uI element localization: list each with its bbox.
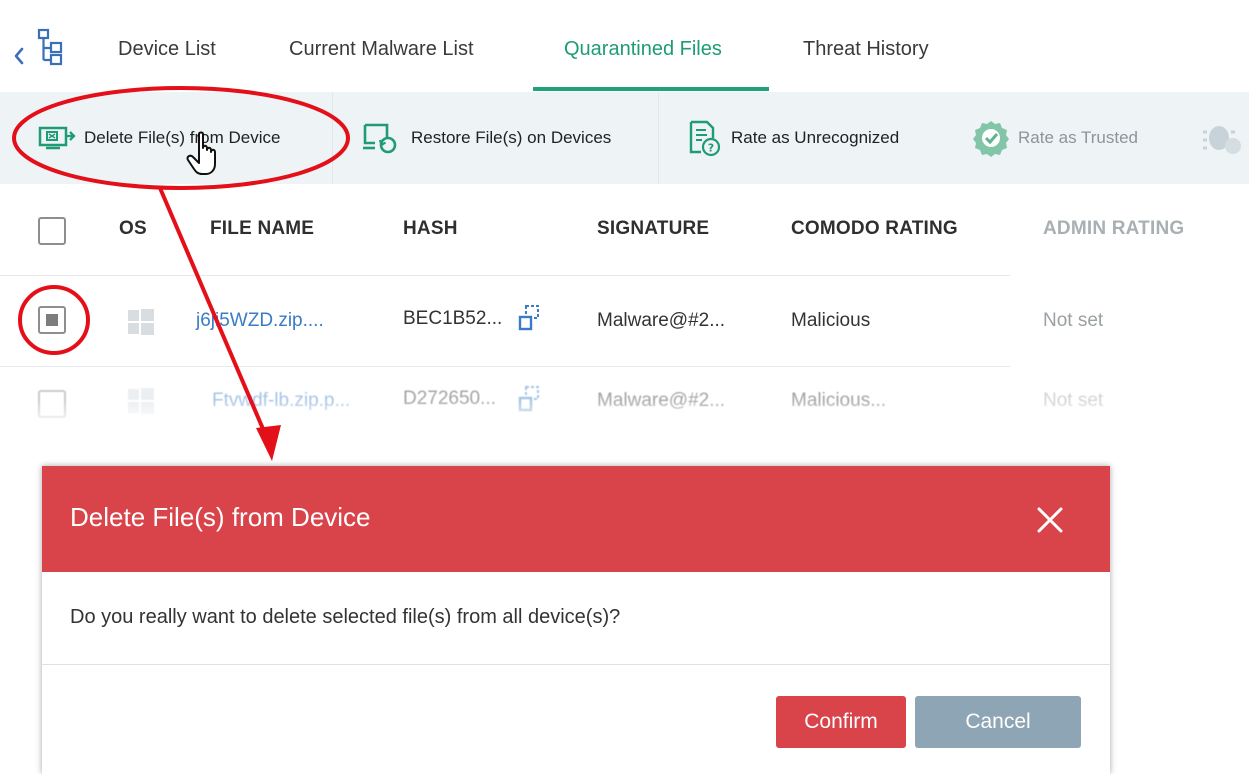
tab-bar: Device List Current Malware List Quarant… bbox=[0, 0, 1249, 92]
column-header-file-name[interactable]: FILE NAME bbox=[210, 218, 314, 240]
restore-files-label: Restore File(s) on Devices bbox=[411, 128, 612, 147]
delete-files-label: Delete File(s) from Device bbox=[84, 128, 281, 147]
rate-unrecognized-icon: ? bbox=[689, 120, 721, 157]
dialog-divider bbox=[42, 664, 1110, 665]
admin-rating-value: Not set bbox=[1043, 310, 1104, 331]
dialog-header: Delete File(s) from Device bbox=[42, 466, 1110, 572]
svg-text:?: ? bbox=[708, 142, 714, 155]
delete-files-button[interactable]: Delete File(s) from Device bbox=[38, 92, 281, 184]
toolbar-divider bbox=[332, 92, 333, 184]
rate-trusted-icon bbox=[973, 121, 1009, 157]
table-row[interactable]: j6ji5WZD.zip.... BEC1B52... Malware@#2..… bbox=[0, 276, 1249, 366]
dialog-title: Delete File(s) from Device bbox=[70, 502, 371, 532]
tab-device-list[interactable]: Device List bbox=[118, 38, 216, 61]
toolbar: Delete File(s) from Device Restore File(… bbox=[0, 92, 1249, 184]
restore-on-device-icon bbox=[363, 123, 397, 154]
rate-unrecognized-label: Rate as Unrecognized bbox=[731, 128, 900, 147]
tab-threat-history[interactable]: Threat History bbox=[803, 38, 929, 61]
comodo-rating-value: Malicious bbox=[791, 310, 871, 331]
rate-trusted-label: Rate as Trusted bbox=[1018, 128, 1139, 147]
cancel-button[interactable]: Cancel bbox=[915, 696, 1081, 748]
toolbar-divider bbox=[658, 92, 659, 184]
column-header-os[interactable]: OS bbox=[119, 218, 147, 240]
tab-current-malware-list[interactable]: Current Malware List bbox=[289, 38, 474, 61]
dialog-message: Do you really want to delete selected fi… bbox=[70, 606, 621, 628]
column-header-hash[interactable]: HASH bbox=[403, 218, 458, 240]
torn-edge-fade bbox=[0, 400, 1249, 455]
row-divider bbox=[0, 366, 1010, 367]
copy-hash-icon[interactable] bbox=[518, 305, 540, 331]
tab-quarantined-files[interactable]: Quarantined Files bbox=[564, 38, 722, 61]
file-name-link[interactable]: j6ji5WZD.zip.... bbox=[196, 310, 324, 332]
row-checkbox[interactable] bbox=[38, 306, 66, 334]
chevron-left-icon[interactable] bbox=[12, 46, 26, 66]
tree-icon[interactable] bbox=[36, 28, 64, 66]
column-header-signature[interactable]: SIGNATURE bbox=[597, 218, 709, 240]
delete-files-dialog: Delete File(s) from Device Do you really… bbox=[42, 466, 1110, 774]
active-tab-indicator bbox=[533, 87, 769, 91]
column-header-admin-rating[interactable]: ADMIN RATING bbox=[1043, 218, 1184, 240]
close-icon[interactable] bbox=[1034, 504, 1066, 536]
confirm-button[interactable]: Confirm bbox=[776, 696, 906, 748]
table-header: OS FILE NAME HASH SIGNATURE COMODO RATIN… bbox=[0, 184, 1249, 274]
signature-value: Malware@#2... bbox=[597, 310, 726, 331]
bug-icon[interactable] bbox=[1203, 120, 1243, 156]
hash-value: BEC1B52... bbox=[403, 308, 503, 329]
select-all-checkbox[interactable] bbox=[38, 217, 66, 245]
delete-from-device-icon bbox=[38, 126, 76, 150]
restore-files-button[interactable]: Restore File(s) on Devices bbox=[361, 92, 611, 184]
rate-unrecognized-button[interactable]: ? Rate as Unrecognized bbox=[685, 92, 899, 184]
rate-trusted-button[interactable]: Rate as Trusted bbox=[972, 92, 1138, 184]
column-header-comodo-rating[interactable]: COMODO RATING bbox=[791, 218, 958, 240]
windows-icon bbox=[128, 309, 154, 335]
